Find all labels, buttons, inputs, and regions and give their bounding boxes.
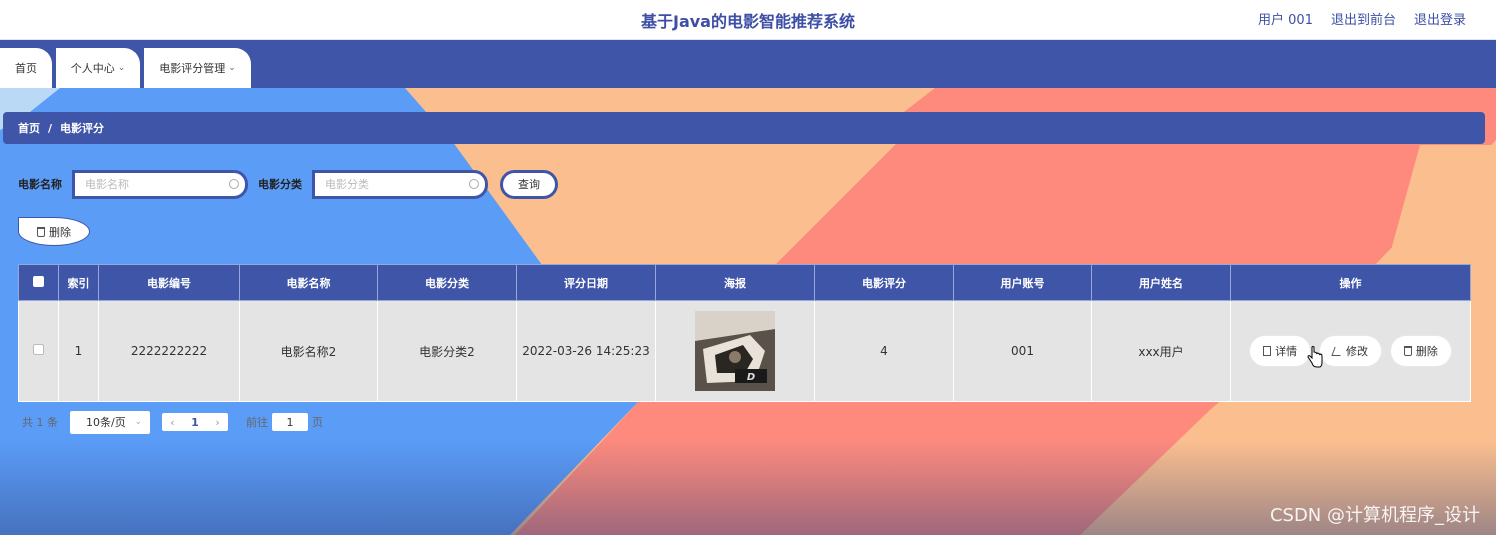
row-delete-label: 删除 bbox=[1415, 344, 1438, 358]
cell-movie-id: 2222222222 bbox=[98, 300, 240, 402]
nav-tab-label: 个人中心 bbox=[70, 62, 115, 75]
batch-delete-label: 删除 bbox=[49, 225, 71, 239]
detail-label: 详情 bbox=[1275, 344, 1298, 358]
goto-suffix: 页 bbox=[312, 416, 323, 429]
query-button[interactable]: 查询 bbox=[500, 169, 558, 199]
breadcrumb-home[interactable]: 首页 bbox=[18, 120, 40, 136]
breadcrumb: 首页 / 电影评分 bbox=[3, 112, 1485, 144]
movie-category-input[interactable] bbox=[325, 172, 465, 196]
column-header: 索引 bbox=[58, 264, 99, 301]
cell-category: 电影分类2 bbox=[377, 300, 517, 402]
rating-table: 索引 电影编号 电影名称 电影分类 评分日期 海报 电影评分 用户账号 用户姓名… bbox=[18, 264, 1471, 402]
movie-name-input[interactable] bbox=[85, 172, 225, 196]
edit-icon bbox=[1331, 346, 1344, 356]
movie-category-field bbox=[312, 169, 488, 199]
nav-tab-home[interactable]: 首页 bbox=[0, 48, 52, 88]
logout-link[interactable]: 退出登录 bbox=[1414, 9, 1466, 28]
chevron-down-icon: ⌄ bbox=[134, 417, 142, 427]
document-icon bbox=[1263, 345, 1272, 356]
page-size-value: 10条/页 bbox=[86, 416, 126, 429]
user-account-link[interactable]: 用户 001 bbox=[1258, 9, 1313, 28]
detail-button[interactable]: 详情 bbox=[1250, 335, 1311, 366]
main-nav: 首页 个人中心 ⌄ 电影评分管理 ⌄ bbox=[0, 40, 1496, 88]
next-page-icon[interactable]: › bbox=[215, 416, 219, 429]
cell-account: 001 bbox=[953, 300, 1092, 402]
svg-text:D: D bbox=[747, 372, 755, 383]
trash-icon bbox=[1403, 345, 1412, 356]
cell-movie-name: 电影名称2 bbox=[239, 300, 378, 402]
edit-label: 修改 bbox=[1346, 345, 1368, 359]
column-header: 用户姓名 bbox=[1091, 264, 1231, 301]
column-header: 电影评分 bbox=[814, 264, 954, 301]
table-header-row: 索引 电影编号 电影名称 电影分类 评分日期 海报 电影评分 用户账号 用户姓名… bbox=[18, 264, 1471, 301]
cell-poster: D bbox=[655, 300, 815, 402]
nav-tab-personal-center[interactable]: 个人中心 ⌄ bbox=[56, 48, 140, 88]
column-header: 海报 bbox=[655, 264, 815, 301]
cell-rating: 4 bbox=[814, 300, 954, 402]
row-checkbox[interactable] bbox=[33, 344, 44, 355]
watermark: CSDN @计算机程序_设计 bbox=[1269, 505, 1480, 526]
prev-page-icon[interactable]: ‹ bbox=[170, 416, 174, 429]
top-links: 用户 001 退出到前台 退出登录 bbox=[1258, 9, 1466, 28]
select-all-cell bbox=[18, 264, 59, 301]
column-header: 电影分类 bbox=[377, 264, 517, 301]
cell-actions: 详情 修改 删除 bbox=[1230, 300, 1471, 402]
column-header: 用户账号 bbox=[953, 264, 1092, 301]
page-size-select[interactable]: 10条/页 ⌄ bbox=[70, 410, 150, 434]
table-row: 1 2222222222 电影名称2 电影分类2 2022-03-26 14:2… bbox=[18, 300, 1471, 402]
nav-tab-label: 电影评分管理 bbox=[159, 62, 226, 75]
column-header: 操作 bbox=[1230, 264, 1471, 301]
goto-page-input[interactable]: 1 bbox=[272, 413, 308, 431]
edit-button[interactable]: 修改 bbox=[1320, 336, 1381, 367]
goto-prefix: 前往 bbox=[246, 416, 268, 429]
cell-user-name: xxx用户 bbox=[1091, 300, 1231, 402]
movie-name-field bbox=[72, 169, 248, 199]
breadcrumb-separator: / bbox=[48, 121, 53, 135]
movie-name-label: 电影名称 bbox=[18, 178, 62, 191]
nav-tab-label: 首页 bbox=[15, 62, 37, 75]
column-header: 电影编号 bbox=[98, 264, 240, 301]
column-header: 电影名称 bbox=[239, 264, 378, 301]
nav-tab-rating-management[interactable]: 电影评分管理 ⌄ bbox=[144, 48, 251, 88]
current-page-number[interactable]: 1 bbox=[191, 416, 199, 429]
row-select-cell bbox=[18, 300, 59, 402]
row-delete-button[interactable]: 删除 bbox=[1390, 335, 1451, 366]
search-form: 电影名称 电影分类 查询 bbox=[18, 169, 558, 199]
movie-poster-image: D bbox=[695, 311, 775, 391]
chevron-down-icon: ⌄ bbox=[117, 63, 126, 73]
movie-category-label: 电影分类 bbox=[258, 178, 302, 191]
breadcrumb-current: 电影评分 bbox=[60, 122, 105, 135]
top-header: 基于Java的电影智能推荐系统 用户 001 退出到前台 退出登录 bbox=[0, 0, 1496, 40]
hand-cursor-icon bbox=[1307, 346, 1323, 368]
select-all-checkbox[interactable] bbox=[33, 275, 44, 287]
search-icon bbox=[469, 178, 479, 189]
page-navigator: ‹ 1 › bbox=[162, 413, 228, 431]
batch-delete-button[interactable]: 删除 bbox=[18, 217, 90, 246]
column-header: 评分日期 bbox=[516, 264, 656, 301]
cell-date: 2022-03-26 14:25:23 bbox=[516, 300, 656, 402]
total-count: 共 1 条 bbox=[22, 416, 58, 429]
trash-icon bbox=[37, 226, 45, 237]
back-to-front-link[interactable]: 退出到前台 bbox=[1331, 9, 1396, 28]
pagination: 共 1 条 10条/页 ⌄ ‹ 1 › 前往 1 页 bbox=[22, 410, 323, 434]
chevron-down-icon: ⌄ bbox=[228, 63, 236, 73]
cell-index: 1 bbox=[58, 300, 99, 402]
search-icon bbox=[229, 178, 239, 189]
